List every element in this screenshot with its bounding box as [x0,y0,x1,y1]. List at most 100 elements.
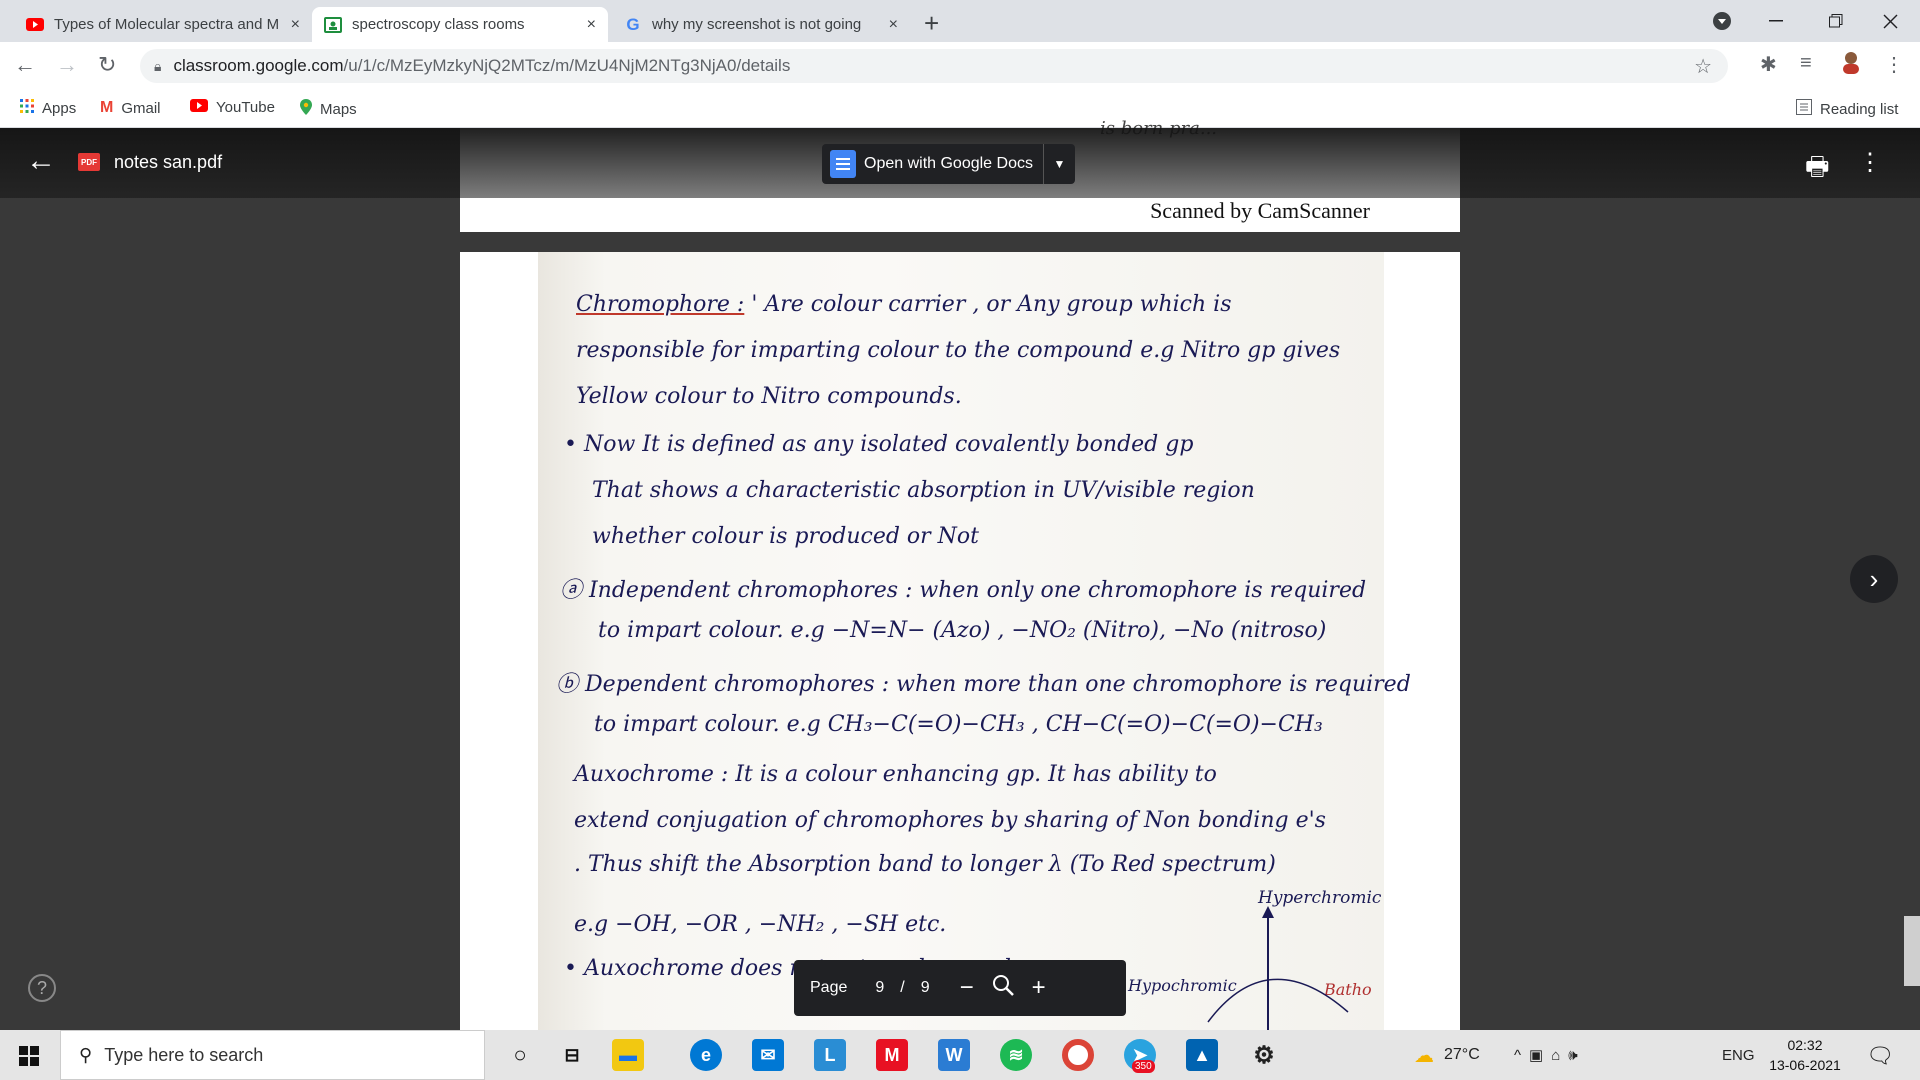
tab-youtube[interactable]: Types of Molecular spectra and M × [14,7,312,42]
language-indicator[interactable]: ENG [1722,1030,1755,1080]
spotify-icon[interactable]: ≋ [1000,1039,1032,1071]
bookmark-apps[interactable]: Apps [20,99,76,117]
word-icon[interactable]: W [938,1039,970,1071]
minimize-icon[interactable] [1746,0,1806,42]
page-label: Page [810,979,848,996]
gmail-icon: M [100,99,114,116]
note-line: Auxochrome : It is a colour enhancing gp… [574,762,1217,787]
back-icon[interactable]: ← [14,52,36,78]
zoom-in-button[interactable]: + [1032,974,1046,1002]
mcafee-icon[interactable]: M [876,1039,908,1071]
pdf-page: Chromophore : ' Are colour carrier , or … [460,252,1460,1030]
taskbar-search-box[interactable]: ⚲ Type here to search [60,1030,485,1080]
windows-taskbar: ⚲ Type here to search ○ ⊟ ▬ e ✉ L M W ≋ … [0,1030,1920,1080]
notification-badge: 350 [1132,1060,1155,1073]
weather-widget[interactable]: ☁ 27°C [1414,1030,1480,1080]
settings-gear-icon[interactable]: ⚙ [1248,1039,1280,1071]
url-host: classroom.google.com [173,56,344,75]
photos-icon[interactable]: ▲ [1186,1039,1218,1071]
bookmark-star-icon[interactable]: ☆ [1694,54,1712,79]
network-icon[interactable]: ⌂ [1551,1047,1568,1064]
bookmark-label: Gmail [121,99,161,117]
maps-pin-icon [300,99,312,119]
note-line: e.g −OH, −OR , −NH₂ , −SH etc. [574,912,947,937]
lync-icon[interactable]: L [814,1039,846,1071]
chevron-down-icon[interactable]: ▼ [1042,144,1075,184]
avatar[interactable] [1840,50,1862,80]
lock-icon: 🔒︎ [154,57,162,74]
task-view-icon[interactable]: ⊟ [556,1039,588,1071]
volume-icon[interactable]: 🕪︎ [1568,1047,1585,1064]
note-line: ⓑ Dependent chromophores : when more tha… [556,672,1411,697]
weather-icon: ☁ [1414,1044,1434,1067]
chrome-menu-icon[interactable]: ⋮ [1884,52,1904,77]
url-path: /u/1/c/MzEyMzkyNjQ2MTcz/m/MzU4NjM2NTg3Nj… [343,56,791,75]
action-center-icon[interactable]: 🗨︎ [1866,1043,1894,1069]
cortana-icon[interactable]: ○ [504,1039,536,1071]
search-icon: ⚲ [79,1044,93,1065]
bookmark-label: Maps [320,100,357,118]
note-line: to impart colour. e.g CH₃−C(=O)−CH₃ , CH… [594,712,1323,737]
close-tab-icon[interactable]: × [291,16,300,34]
google-docs-icon [830,150,856,178]
chevron-up-icon[interactable]: ^ [1514,1047,1529,1064]
tab-search-icon[interactable] [1692,0,1752,42]
more-options-icon[interactable]: ⋮ [1856,148,1884,176]
note-line: That shows a characteristic absorption i… [592,478,1255,503]
bookmark-youtube[interactable]: YouTube [190,99,275,116]
zoom-out-button[interactable]: − [960,974,974,1002]
print-icon[interactable]: 🖶︎ [1805,148,1830,192]
bookmark-maps[interactable]: Maps [300,99,357,119]
bookmark-label: YouTube [216,99,275,116]
back-arrow-icon[interactable]: ← [26,144,56,178]
note-line: responsible for imparting colour to the … [576,338,1341,363]
system-tray-icons[interactable]: ^ ▣ ⌂ 🕪︎ [1514,1030,1586,1080]
page-separator: / [900,979,905,996]
windows-start-icon[interactable] [19,1046,39,1066]
zoom-icon[interactable] [992,974,1014,1003]
tray-app-icon[interactable]: ▣ [1529,1046,1551,1064]
open-with-label: Open with Google Docs [864,155,1033,172]
tab-classroom[interactable]: spectroscopy class rooms × [312,7,608,42]
note-line: Chromophore : [576,292,745,317]
file-explorer-icon[interactable]: ▬ [612,1039,644,1071]
mail-icon[interactable]: ✉ [752,1039,784,1071]
spectrum-sketch [1207,906,1349,1030]
scanned-notes: Chromophore : ' Are colour carrier , or … [538,252,1411,1030]
chrome-icon[interactable] [1062,1039,1094,1071]
restore-icon[interactable] [1806,0,1866,42]
reading-list-button[interactable]: Reading list [1796,99,1898,119]
google-icon: G [626,14,640,34]
close-tab-icon[interactable]: × [587,16,596,34]
media-queue-icon[interactable]: ≡ [1800,52,1812,75]
temperature: 27°C [1444,1046,1480,1063]
youtube-icon [190,99,208,116]
total-pages: 9 [920,979,930,996]
help-icon[interactable]: ? [28,974,56,1002]
camscanner-footer: Scanned by CamScanner [1150,198,1370,223]
note-line: Yellow colour to Nitro compounds. [576,384,962,409]
reload-icon[interactable]: ↻ [98,52,116,78]
page-navigation-bar: Page 9 / 9 − + [794,960,1126,1016]
scrollbar-thumb[interactable] [1904,916,1920,986]
forward-icon[interactable]: → [56,52,78,78]
open-with-google-docs-button[interactable]: Open with Google Docs ▼ [822,144,1075,184]
date: 13-06-2021 [1769,1057,1841,1073]
reading-list-label: Reading list [1820,100,1899,118]
current-page[interactable]: 9 [875,979,884,997]
close-window-icon[interactable] [1860,0,1920,42]
address-bar[interactable]: 🔒︎ classroom.google.com/u/1/c/MzEyMzkyNj… [140,49,1728,83]
note-line: whether colour is produced or Not [592,524,980,549]
clock[interactable]: 02:32 13-06-2021 [1766,1035,1844,1075]
file-name: notes san.pdf [114,152,223,172]
new-tab-button[interactable]: + [924,8,939,39]
bookmark-gmail[interactable]: M Gmail [100,99,161,117]
pdf-viewer: is born pra... Scanned by CamScanner ← P… [0,118,1920,1030]
next-file-button[interactable]: › [1850,555,1898,603]
tab-google-search[interactable]: G why my screenshot is not going × [612,7,910,42]
note-line: ⓐ Independent chromophores : when only o… [560,578,1367,603]
edge-icon[interactable]: e [690,1039,722,1071]
reading-list-icon [1796,99,1812,119]
extensions-puzzle-icon[interactable]: ✱ [1760,52,1777,77]
close-tab-icon[interactable]: × [889,16,898,34]
